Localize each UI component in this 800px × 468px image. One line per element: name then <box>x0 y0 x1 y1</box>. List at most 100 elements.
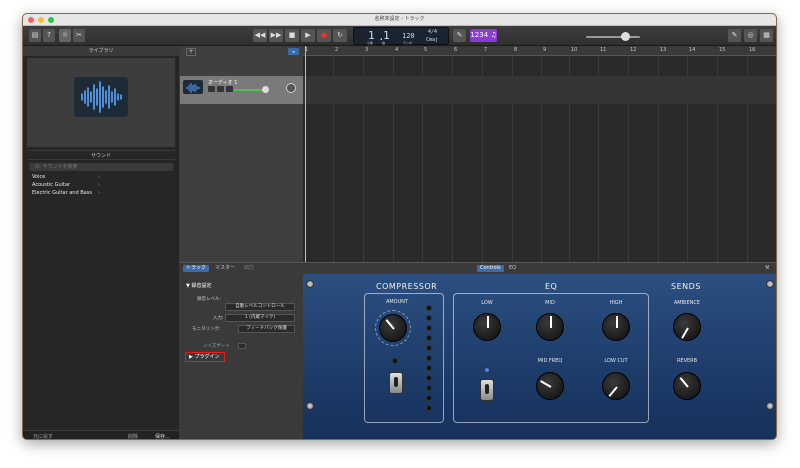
monitoring-label: モニタリング: <box>192 327 221 332</box>
tab-controls[interactable]: Controls <box>477 265 504 272</box>
category-label: Acoustic Guitar <box>32 182 71 188</box>
save-button[interactable]: 保存... <box>155 433 170 439</box>
screw-icon <box>306 402 314 410</box>
input-label: 入力: <box>213 316 224 321</box>
tracks-area[interactable]: 1 2 3 4 5 6 7 8 9 10 11 12 13 14 15 16 <box>303 46 776 262</box>
track-lane[interactable] <box>303 76 776 104</box>
library-panel: ライブラリ サウンド Q- サウンドを検索 Voice › Acoustic Gu… <box>23 46 180 439</box>
ruler-mark: 7 <box>484 47 488 53</box>
eq-toggle-switch[interactable] <box>480 379 494 401</box>
master-volume-knob[interactable] <box>621 32 630 41</box>
low-cut-label: LOW CUT <box>604 358 628 364</box>
ruler-mark: 3 <box>365 47 369 53</box>
track-volume-knob[interactable] <box>262 86 269 93</box>
category-electric-guitar-bass[interactable]: Electric Guitar and Bass › <box>32 189 172 197</box>
meter-led <box>426 405 432 411</box>
recording-settings-heading[interactable]: ▼ 録音設定 <box>186 282 211 289</box>
screw-icon <box>766 402 774 410</box>
sound-heading: サウンド <box>27 150 175 160</box>
library-artwork <box>27 58 175 147</box>
tab-track[interactable]: トラック <box>183 265 210 272</box>
master-volume-track[interactable] <box>586 36 640 38</box>
library-button[interactable]: ▤ <box>29 29 41 42</box>
amp-controls-panel: COMPRESSOR AMOUNT EQ LOW MID HIGH MID FR… <box>303 274 776 439</box>
feedback-protection-checkbox[interactable]: フィードバック保護 <box>238 325 295 333</box>
mid-freq-knob[interactable] <box>536 372 564 400</box>
category-voice[interactable]: Voice › <box>32 173 172 181</box>
led-icon <box>392 358 398 364</box>
rewind-button[interactable]: ◀◀ <box>253 29 267 42</box>
knob-indicator <box>385 319 395 330</box>
playhead[interactable] <box>305 46 306 262</box>
ruler-mark: 8 <box>514 47 518 53</box>
amount-knob[interactable] <box>379 314 407 342</box>
ruler-mark: 16 <box>749 47 756 53</box>
plugins-disclosure[interactable]: ▶ プラグイン <box>185 352 225 362</box>
meter-led <box>426 365 432 371</box>
ruler-mark: 12 <box>630 47 637 53</box>
media-browser-button[interactable]: ▦ <box>760 29 773 42</box>
headphones-icon[interactable] <box>217 86 224 92</box>
knob-indicator <box>540 380 552 388</box>
record-button[interactable]: ● <box>317 29 331 42</box>
loop-browser-button[interactable]: ◎ <box>744 29 757 42</box>
mid-knob[interactable] <box>536 313 564 341</box>
stop-button[interactable]: ■ <box>285 29 299 42</box>
ruler-mark: 15 <box>719 47 726 53</box>
cycle-button[interactable]: ↻ <box>333 29 347 42</box>
tools-icon[interactable]: ⚒ <box>762 265 772 272</box>
window-title: 名称未設定 - トラック <box>374 16 425 22</box>
lcd-tempo-label: テンポ <box>403 41 413 45</box>
high-knob[interactable] <box>602 313 630 341</box>
low-knob[interactable] <box>473 313 501 341</box>
lcd-signature: 4/4 <box>428 29 438 35</box>
ruler-mark: 11 <box>600 47 607 53</box>
fast-forward-button[interactable]: ▶▶ <box>269 29 283 42</box>
screw-icon <box>766 280 774 288</box>
input-select[interactable]: 1 (内蔵マイク) <box>225 314 295 322</box>
region-filter-button[interactable]: ≡ <box>288 48 299 55</box>
record-enable-icon[interactable] <box>226 86 233 92</box>
play-button[interactable]: ▶ <box>301 29 315 42</box>
led-icon <box>484 367 490 373</box>
lcd-display[interactable]: 1 . 1 小節 拍 120 テンポ 4/4 Cmaj <box>353 27 449 45</box>
ruler-mark: 10 <box>571 47 578 53</box>
add-track-button[interactable]: + <box>186 48 196 56</box>
knob-indicator <box>616 316 618 328</box>
ruler[interactable]: 1 2 3 4 5 6 7 8 9 10 11 12 13 14 15 16 <box>303 46 776 56</box>
knob-indicator <box>487 316 489 328</box>
tab-eq[interactable]: EQ <box>506 265 519 272</box>
noise-gate-checkbox[interactable] <box>238 343 246 349</box>
pan-knob[interactable] <box>286 83 296 93</box>
eq-title: EQ <box>545 282 558 291</box>
meter-led <box>426 315 432 321</box>
meter-led <box>426 345 432 351</box>
reverb-knob[interactable] <box>673 372 701 400</box>
lcd-bar-label: 小節 <box>367 41 374 45</box>
category-acoustic-guitar[interactable]: Acoustic Guitar › <box>32 181 172 189</box>
compressor-toggle-switch[interactable] <box>389 372 403 394</box>
tuner-button[interactable]: ✎ <box>453 29 466 42</box>
smart-controls-button[interactable]: ☼ <box>59 29 71 42</box>
meter-led <box>426 395 432 401</box>
tab-master[interactable]: マスター <box>212 265 238 272</box>
delete-button[interactable]: 削除 <box>128 433 138 439</box>
rec-level-label: 録音レベル: <box>197 297 222 302</box>
mute-icon[interactable] <box>208 86 215 92</box>
smart-controls-pane: トラック マスター 出力 Controls EQ ⚒ ▼ 録音設定 録音レベル:… <box>180 262 776 439</box>
screw-icon <box>306 280 314 288</box>
low-cut-knob[interactable] <box>602 372 630 400</box>
ruler-mark: 9 <box>543 47 547 53</box>
track-header[interactable]: オーディオ 1 <box>180 76 303 104</box>
count-in-metronome-button[interactable]: 1234 ♫ <box>470 29 497 42</box>
ambience-knob[interactable] <box>673 313 701 341</box>
help-button[interactable]: ? <box>43 29 55 42</box>
inspector-panel: ▼ 録音設定 録音レベル: 自動レベルコントロール 入力: 1 (内蔵マイク) … <box>180 274 303 439</box>
rec-level-checkbox[interactable]: 自動レベルコントロール <box>225 303 295 311</box>
sound-search-input[interactable]: Q- サウンドを検索 <box>29 163 173 171</box>
revert-button[interactable]: 元に戻す <box>33 433 53 439</box>
notepad-button[interactable]: ✎ <box>728 29 741 42</box>
tab-output[interactable]: 出力 <box>241 265 257 272</box>
editors-button[interactable]: ✂ <box>73 29 85 42</box>
lcd-key: Cmaj <box>426 37 439 43</box>
